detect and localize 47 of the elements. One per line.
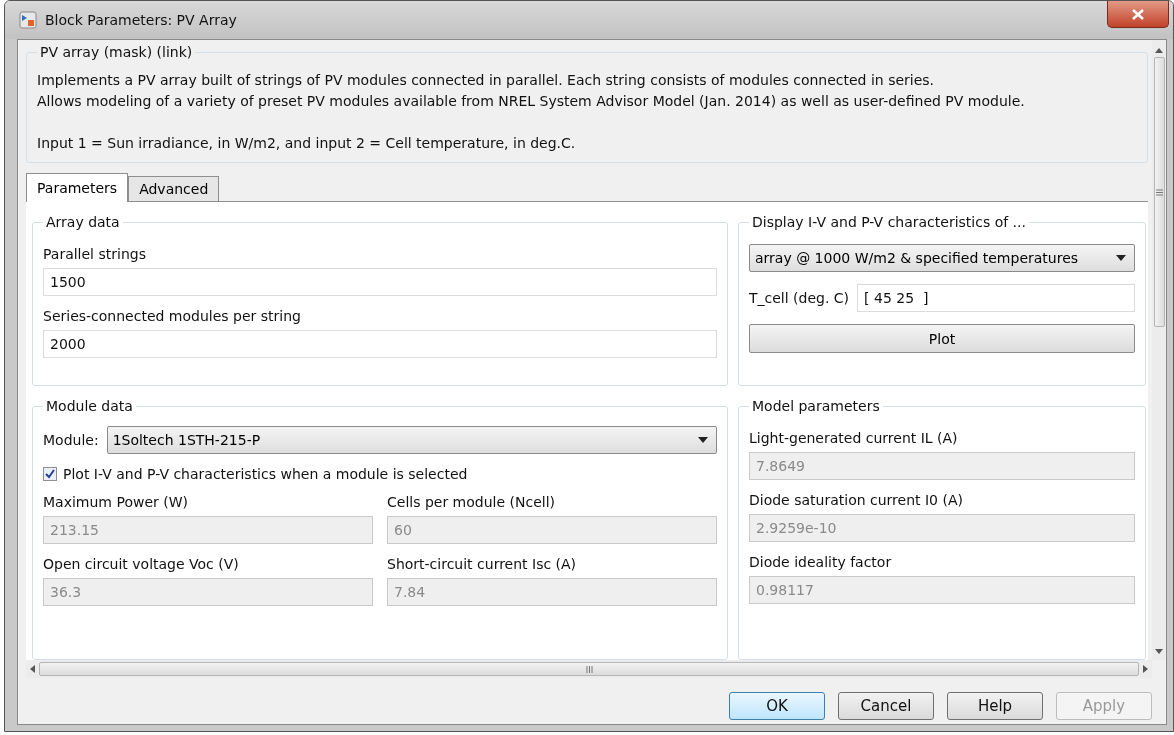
field-label: Series-connected modules per string [43,308,302,324]
checkbox[interactable] [43,467,57,481]
scroll-thumb[interactable] [39,662,1139,676]
field-label: Diode ideality factor [749,554,893,570]
checkbox-label: Plot I-V and P-V characteristics when a module is selected [63,466,468,482]
scroll-left-icon [30,665,35,673]
group-title: Array data [45,214,121,230]
horizontal-scrollbar[interactable] [26,660,1152,678]
caret-icon [698,437,708,443]
field-label: Open circuit voltage Voc (V) [43,556,240,572]
field-label: Parallel strings [43,246,147,262]
module-dropdown[interactable]: 1Soltech 1STH-215-P [106,426,717,454]
input-field[interactable]: 2000 [43,330,717,358]
group-title: Module data [45,398,134,414]
dialog-button[interactable]: OK [729,692,825,720]
caret-icon [1116,255,1126,261]
field-label: Cells per module (Ncell) [387,494,557,510]
field-label: Maximum Power (W) [43,494,189,510]
group-title: Model parameters [751,398,881,414]
field-label: Module: [43,432,99,448]
close-button[interactable] [1107,1,1169,28]
group-title: Display I-V and P-V characteristics of ... [751,214,1027,230]
close-icon [1131,8,1145,20]
window-title: Block Parameters: PV Array [45,12,238,28]
grip-icon [1155,188,1163,196]
field-label: Diode saturation current I0 (A) [749,492,964,508]
description-text: Input 1 = Sun irradiance, in W/m2, and input 2 = Cell temperature, in deg.C. [37,134,577,153]
dialog-button[interactable]: Help [947,692,1043,720]
characteristics-dropdown[interactable]: array @ 1000 W/m2 & specified temperatures [749,244,1135,272]
field-label: T_cell (deg. C) [749,290,850,306]
input-field[interactable]: 1500 [43,268,717,296]
scroll-thumb[interactable] [1153,57,1165,327]
description-text: Implements a PV array built of strings of PV modules connected in parallel. Each string consists of modules connected in series. Allows modeling of a variety of preset PV modules available from NREL System Advisor Model (Jan. 2014) as well as user-defined PV module. [37,71,1026,111]
app-icon [19,11,37,29]
plot-button[interactable]: Plot [749,324,1135,353]
input-field[interactable]: [ 45 25 ] [857,284,1135,312]
scroll-right-icon [1143,665,1148,673]
field-label: Short-circuit current Isc (A) [387,556,578,572]
scroll-up-icon [1155,48,1163,53]
group-title: PV array (mask) (link) [39,44,194,60]
grip-icon [585,665,593,673]
dialog-button[interactable]: Cancel [838,692,934,720]
field-label: Light-generated current IL (A) [749,430,959,446]
vertical-scrollbar[interactable] [1152,40,1166,660]
tab[interactable]: Parameters [26,173,129,202]
tab[interactable]: Advanced [128,176,220,201]
scroll-down-icon [1155,649,1163,654]
